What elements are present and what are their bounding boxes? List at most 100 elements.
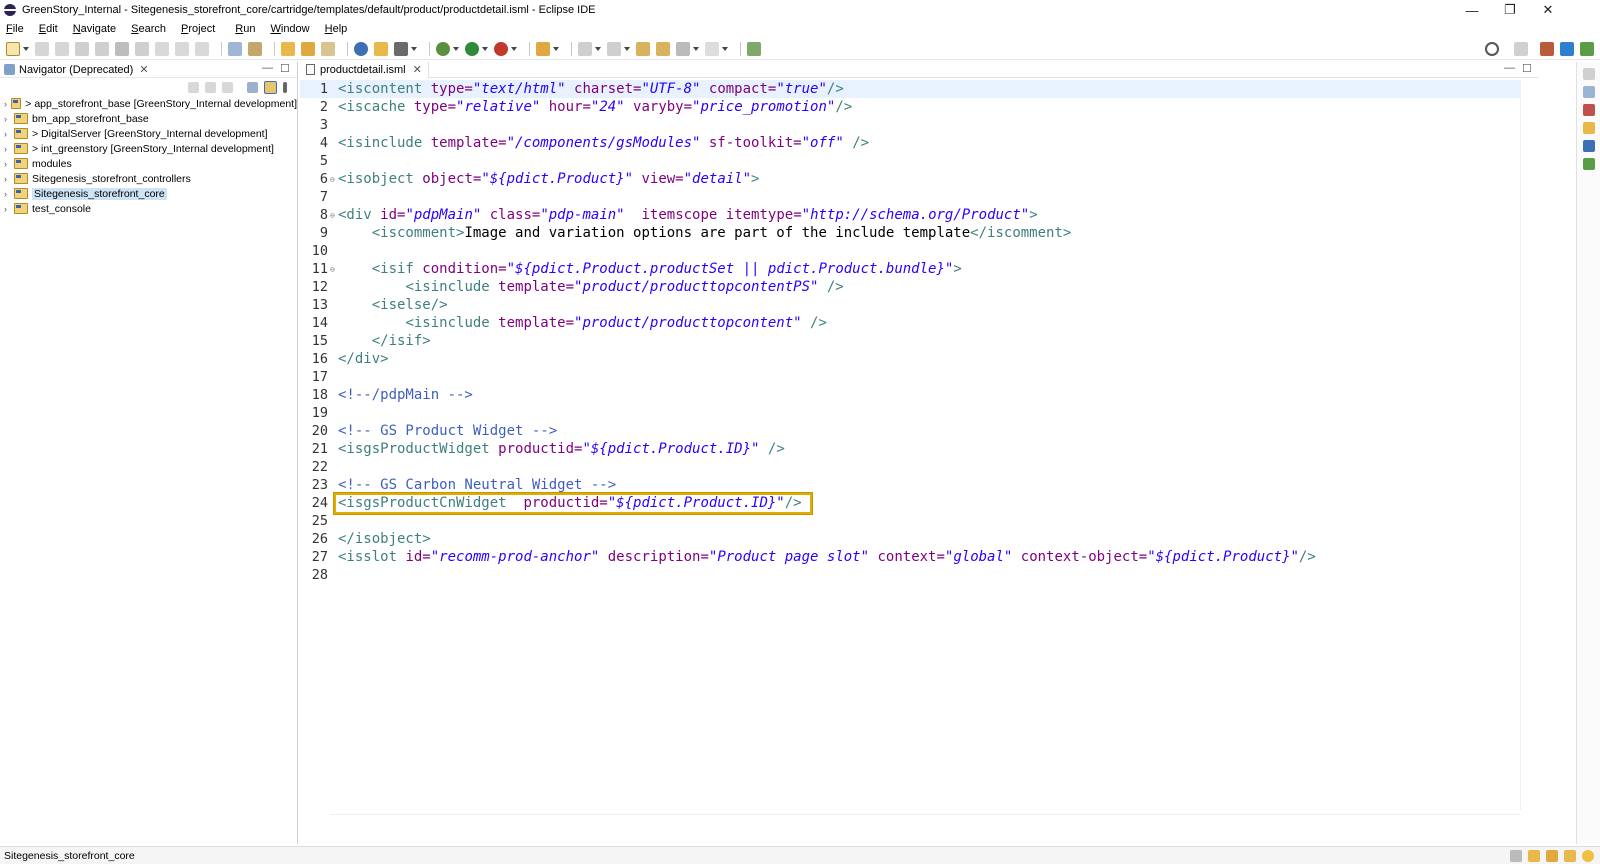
- code-line[interactable]: 6 ⊖ <isobject object="${pdict.Product}" vi…: [300, 170, 1520, 188]
- forward-icon[interactable]: [705, 41, 719, 56]
- build-icon[interactable]: [281, 41, 295, 56]
- notes-icon[interactable]: [1528, 850, 1540, 862]
- team-icon[interactable]: [394, 41, 408, 56]
- progress-icon[interactable]: [1582, 158, 1595, 170]
- code-line[interactable]: 19: [300, 404, 1520, 422]
- expand-arrow-icon[interactable]: ›: [4, 174, 12, 184]
- view-menu-icon[interactable]: [283, 81, 287, 93]
- tips-icon[interactable]: [1546, 850, 1558, 862]
- save-icon[interactable]: [35, 41, 49, 56]
- last-edit-icon[interactable]: [636, 41, 650, 56]
- code-editor[interactable]: 1 <iscontent type="text/html" charset="UT…: [300, 80, 1520, 810]
- collapse-all-icon[interactable]: [247, 81, 258, 93]
- console-icon[interactable]: [1582, 140, 1595, 152]
- code-line[interactable]: 25: [300, 512, 1520, 530]
- code-line[interactable]: 9 <iscomment>Image and variation options…: [300, 224, 1520, 242]
- server-icon[interactable]: [354, 41, 368, 56]
- tasks-icon[interactable]: [1582, 122, 1595, 134]
- chevron-down-icon[interactable]: [453, 46, 459, 51]
- quick-access-search-icon[interactable]: [1485, 42, 1499, 56]
- toggle-word-wrap-icon[interactable]: [228, 41, 242, 56]
- tree-item-bm-app-storefront-base[interactable]: › bm_app_storefront_base: [4, 111, 297, 126]
- code-line[interactable]: 28: [300, 566, 1520, 584]
- menu-run[interactable]: Run: [235, 23, 255, 35]
- navigator-tab[interactable]: Navigator (Deprecated) ✕ — ☐: [0, 62, 297, 78]
- minimize-editor-icon[interactable]: —: [1504, 62, 1515, 74]
- code-line[interactable]: 1 <iscontent type="text/html" charset="UT…: [300, 80, 1520, 98]
- step-over-icon[interactable]: [175, 41, 189, 56]
- close-icon[interactable]: ✕: [413, 63, 422, 76]
- code-line[interactable]: 17: [300, 368, 1520, 386]
- new-icon[interactable]: [6, 41, 20, 56]
- tree-item-digitalserver[interactable]: › > DigitalServer [GreenStory_Internal d…: [4, 126, 297, 141]
- menu-help[interactable]: Help: [325, 23, 348, 35]
- restore-view-icon[interactable]: [1582, 68, 1595, 80]
- external-tools-icon[interactable]: [301, 41, 315, 56]
- tree-item-test-console[interactable]: › test_console: [4, 201, 297, 216]
- debug-icon[interactable]: [436, 41, 450, 56]
- link-with-editor-icon[interactable]: [264, 80, 277, 94]
- code-line[interactable]: 26 </isobject>: [300, 530, 1520, 548]
- code-line[interactable]: 22: [300, 458, 1520, 476]
- expand-arrow-icon[interactable]: ›: [4, 114, 12, 124]
- menu-file[interactable]: File: [6, 23, 24, 35]
- open-type-icon[interactable]: [248, 41, 262, 56]
- expand-arrow-icon[interactable]: ›: [4, 129, 12, 139]
- vertical-scrollbar[interactable]: [1520, 80, 1534, 810]
- expand-arrow-icon[interactable]: ›: [4, 159, 12, 169]
- up-icon[interactable]: [222, 81, 233, 93]
- code-line[interactable]: 5: [300, 152, 1520, 170]
- pin-editor-icon[interactable]: [747, 41, 761, 56]
- chevron-down-icon[interactable]: [511, 46, 517, 51]
- outline-icon[interactable]: [1582, 86, 1595, 98]
- menu-navigate[interactable]: Navigate: [73, 23, 116, 35]
- active-perspective-icon[interactable]: [1560, 42, 1574, 56]
- code-line[interactable]: 11 ⊖ <isif condition="${pdict.Product.pro…: [300, 260, 1520, 278]
- tree-item-modules[interactable]: › modules: [4, 156, 297, 171]
- debug-perspective-icon[interactable]: [1580, 42, 1594, 56]
- java-perspective-icon[interactable]: [1540, 42, 1554, 56]
- chevron-down-icon[interactable]: [553, 46, 559, 51]
- code-line[interactable]: 2 <iscache type="relative" hour="24" vary…: [300, 98, 1520, 116]
- run-icon[interactable]: [465, 41, 479, 56]
- step-return-icon[interactable]: [195, 41, 209, 56]
- menu-edit[interactable]: Edit: [39, 23, 58, 35]
- code-line[interactable]: 21 <isgsProductWidget productid="${pdict.…: [300, 440, 1520, 458]
- chevron-down-icon[interactable]: [23, 46, 29, 51]
- upload-icon[interactable]: [374, 41, 388, 56]
- export-icon[interactable]: [321, 41, 335, 56]
- expand-arrow-icon[interactable]: ›: [4, 204, 12, 214]
- code-line[interactable]: 16 </div>: [300, 350, 1520, 368]
- tree-item-app-storefront-base[interactable]: › > app_storefront_base [GreenStory_Inte…: [4, 96, 297, 111]
- close-icon[interactable]: ✕: [139, 63, 148, 76]
- suspend-icon[interactable]: [95, 41, 109, 56]
- restore-button[interactable]: ❐: [1492, 0, 1528, 20]
- tree-item-int-greenstory[interactable]: › > int_greenstory [GreenStory_Internal …: [4, 141, 297, 156]
- code-line[interactable]: 23 <!-- GS Carbon Neutral Widget -->: [300, 476, 1520, 494]
- coverage-icon[interactable]: [494, 41, 508, 56]
- code-line[interactable]: 14 <isinclude template="product/productt…: [300, 314, 1520, 332]
- code-line[interactable]: 18 <!--/pdpMain -->: [300, 386, 1520, 404]
- next-annotation-icon[interactable]: [578, 41, 592, 56]
- search-icon[interactable]: [536, 41, 550, 56]
- code-line[interactable]: 20 <!-- GS Product Widget -->: [300, 422, 1520, 440]
- code-line[interactable]: 15 </isif>: [300, 332, 1520, 350]
- back-icon[interactable]: [188, 81, 199, 93]
- expand-arrow-icon[interactable]: ›: [4, 144, 12, 154]
- chevron-down-icon[interactable]: [411, 46, 417, 51]
- code-line[interactable]: 27 <isslot id="recomm-prod-anchor" descri…: [300, 548, 1520, 566]
- tree-item-sitegenesis-storefront-controllers[interactable]: › Sitegenesis_storefront_controllers: [4, 171, 297, 186]
- back-icon[interactable]: [676, 41, 690, 56]
- code-line[interactable]: 4 <isinclude template="/components/gsModu…: [300, 134, 1520, 152]
- last-edit-forward-icon[interactable]: [656, 41, 670, 56]
- code-line[interactable]: 10: [300, 242, 1520, 260]
- code-line[interactable]: 13 <iselse/>: [300, 296, 1520, 314]
- chevron-down-icon[interactable]: [722, 46, 728, 51]
- minimize-button[interactable]: —: [1454, 0, 1490, 20]
- code-line[interactable]: 3: [300, 116, 1520, 134]
- menu-project[interactable]: Project: [181, 23, 215, 35]
- sync-icon[interactable]: [1510, 850, 1522, 862]
- disconnect-icon[interactable]: [135, 41, 149, 56]
- menu-window[interactable]: Window: [270, 23, 309, 35]
- menu-search[interactable]: Search: [131, 23, 166, 35]
